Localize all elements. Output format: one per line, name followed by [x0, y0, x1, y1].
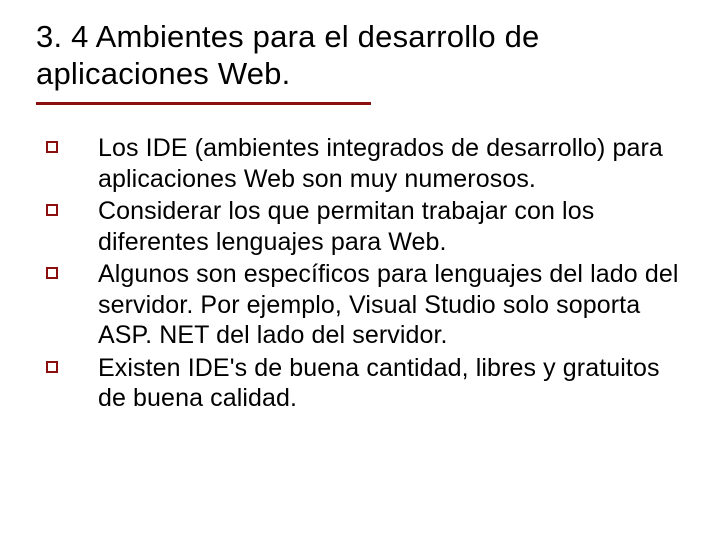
list-item-text: Los IDE (ambientes integrados de desarro… [98, 133, 684, 194]
list-item: Algunos son específicos para lenguajes d… [42, 259, 684, 351]
square-bullet-icon [46, 204, 58, 216]
list-item: Considerar los que permitan trabajar con… [42, 196, 684, 257]
list-item-text: Algunos son específicos para lenguajes d… [98, 259, 684, 351]
title-underline-wrap [36, 102, 684, 105]
square-bullet-icon [46, 141, 58, 153]
bullet-list: Los IDE (ambientes integrados de desarro… [36, 133, 684, 414]
list-item-text: Existen IDE's de buena cantidad, libres … [98, 353, 684, 414]
square-bullet-icon [46, 267, 58, 279]
list-item-text: Considerar los que permitan trabajar con… [98, 196, 684, 257]
square-bullet-icon [46, 361, 58, 373]
list-item: Los IDE (ambientes integrados de desarro… [42, 133, 684, 194]
slide-title: 3. 4 Ambientes para el desarrollo de apl… [36, 18, 684, 92]
title-underline [36, 102, 371, 105]
list-item: Existen IDE's de buena cantidad, libres … [42, 353, 684, 414]
